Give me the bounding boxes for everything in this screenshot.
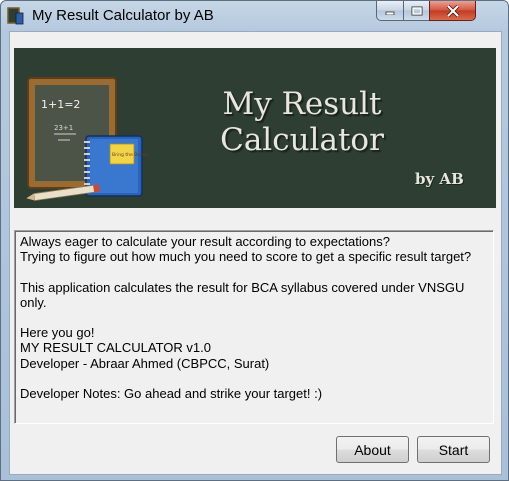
maximize-button[interactable] xyxy=(403,1,430,21)
about-button[interactable]: About xyxy=(336,436,409,463)
client-area: 1+1=2 23+1 Bring the Books My Result Cal… xyxy=(9,31,502,475)
minimize-button[interactable] xyxy=(376,1,404,21)
description-textbox[interactable]: Always eager to calculate your result ac… xyxy=(14,230,494,424)
window-title: My Result Calculator by AB xyxy=(32,7,214,24)
title-bar[interactable]: My Result Calculator by AB xyxy=(1,1,508,31)
chalkboard-text: 1+1=2 xyxy=(41,98,80,111)
minimize-icon xyxy=(385,11,395,15)
description-line: Developer - Abraar Ahmed (CBPCC, Surat) xyxy=(20,355,270,371)
app-icon xyxy=(7,7,24,25)
close-icon xyxy=(446,4,459,17)
banner-title-line1: My Result xyxy=(222,86,382,122)
description-line: Here you go! xyxy=(20,325,95,341)
banner-title-line2: Calculator xyxy=(220,122,384,158)
description-line: Always eager to calculate your result ac… xyxy=(20,234,390,249)
chalkboard-notebook-illustration: 1+1=2 23+1 Bring the Books xyxy=(26,77,148,201)
maximize-icon xyxy=(411,6,422,15)
description-line: Trying to figure out how much you need t… xyxy=(20,249,472,265)
banner-byline: by AB xyxy=(415,170,464,188)
description-text: Always eager to calculate your result ac… xyxy=(20,234,490,401)
banner-title: My Result Calculator xyxy=(202,86,402,158)
app-window: My Result Calculator by AB 1+1=2 23+1 Br… xyxy=(0,0,509,481)
notebook-note: Bring the Books xyxy=(112,152,148,158)
board-scribble: 23+1 xyxy=(54,124,73,132)
description-line: This application calculates the result f… xyxy=(20,279,465,310)
description-line: MY RESULT CALCULATOR v1.0 xyxy=(20,340,211,356)
start-button[interactable]: Start xyxy=(417,436,490,463)
close-button[interactable] xyxy=(429,1,476,21)
banner: 1+1=2 23+1 Bring the Books My Result Cal… xyxy=(14,48,496,208)
description-line: Developer Notes: Go ahead and strike you… xyxy=(20,386,323,402)
